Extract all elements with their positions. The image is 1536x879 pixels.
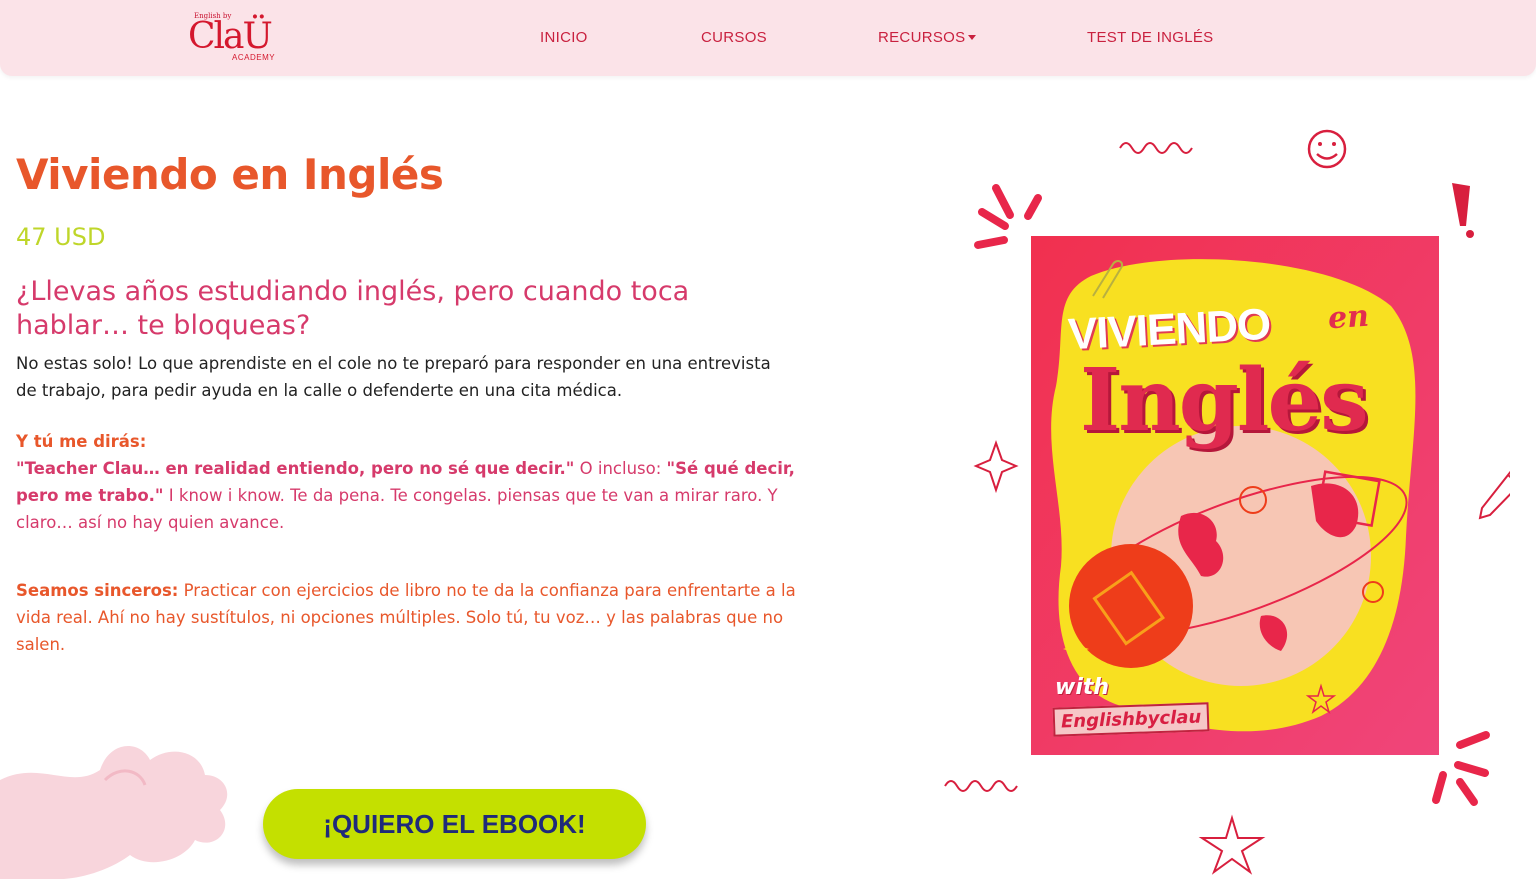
cover-with: with [1055,675,1110,700]
burst-icon-bottom [1432,731,1490,806]
squiggle-icon-bottom [944,780,1018,792]
caret-down-icon [968,35,977,40]
product-headline: ¿Llevas años estudiando inglés, pero cua… [16,276,690,341]
navbar: English by ClaÜ ACADEMY INICIO CURSOS RE… [0,0,1536,76]
sincere-paragraph: Seamos sinceros: Practicar con ejercicio… [16,577,796,658]
squiggle-icon [1119,142,1193,154]
nav-item-recursos[interactable]: RECURSOS [878,29,977,46]
product-price: 47 USD [16,223,106,251]
logo-sub-text: ACADEMY [232,53,276,62]
nav-item-cursos[interactable]: CURSOS [701,29,767,46]
product-title: Viviendo en Inglés [16,150,444,199]
intro-paragraph: No estas solo! Lo que aprendiste en el c… [16,354,771,400]
cover-brand: Englishbyclau [1052,702,1210,737]
quote-lead: Y tú me dirás: [16,432,147,451]
quote-1: "Teacher Clau… en realidad entiendo, per… [16,459,575,478]
sincere-lead: Seamos sinceros: [16,581,179,600]
logo-main-text: ClaÜ [188,16,273,57]
sparkle-icon [973,439,1019,494]
logo[interactable]: English by ClaÜ ACADEMY [186,12,286,64]
buy-ebook-button[interactable]: ¡QUIERO EL EBOOK! [263,789,646,859]
quote-paragraph: Y tú me dirás: "Teacher Clau… en realida… [16,428,796,536]
nav-item-test[interactable]: TEST DE INGLÉS [1087,29,1213,46]
cover-title-en: en [1326,298,1371,337]
smiley-icon [1307,129,1347,169]
quote-mid: O incluso: [574,459,667,478]
burst-icon [974,184,1042,249]
nav-item-inicio[interactable]: INICIO [540,29,588,46]
exclamation-icon [1452,183,1474,238]
star-icon [1198,814,1266,875]
nav-item-recursos-label: RECURSOS [878,29,966,46]
hand-blob-decoration [0,746,228,879]
cover-title-line2: Inglés [1080,350,1369,451]
pencil-icon [1478,470,1510,520]
